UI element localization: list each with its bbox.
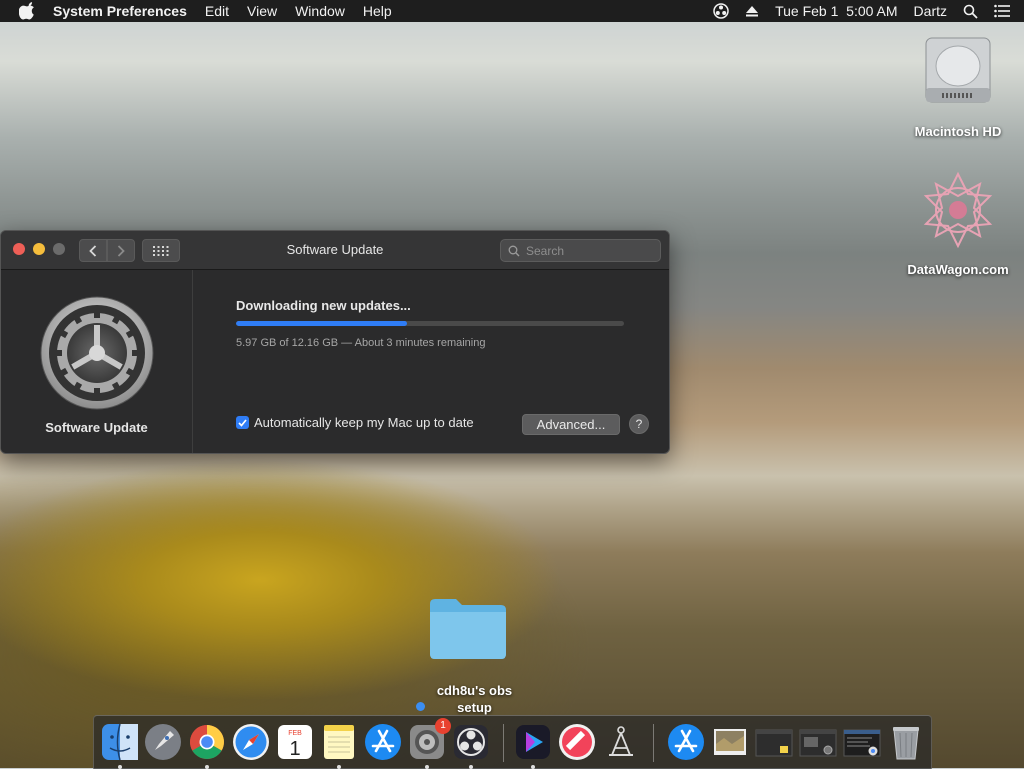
window-thumbnail-icon — [843, 729, 881, 757]
news-icon — [559, 724, 595, 760]
desktop-item-obs-setup-folder[interactable]: cdh8u's obs setup — [408, 596, 528, 716]
notification-center-icon[interactable] — [994, 4, 1010, 18]
download-detail: 5.97 GB of 12.16 GB — About 3 minutes re… — [236, 337, 486, 349]
dock-obs[interactable] — [451, 722, 491, 769]
desktop-item-label: DataWagon.com — [907, 262, 1009, 277]
dock-system-preferences[interactable]: 1 — [407, 718, 451, 769]
folder-icon — [430, 599, 506, 659]
desktop-item-datawagon[interactable]: DataWagon.com — [900, 168, 1016, 277]
spotlight-search-icon[interactable] — [963, 4, 978, 19]
trash-icon — [893, 727, 919, 760]
folder-label-text: cdh8u's obs setup — [436, 683, 513, 715]
search-field[interactable] — [500, 239, 661, 262]
download-progress-bar — [236, 321, 624, 326]
app-store-icon — [365, 724, 401, 760]
help-button[interactable]: ? — [629, 414, 649, 434]
notes-icon — [324, 725, 354, 759]
dock-separator — [503, 724, 504, 762]
finder-icon — [102, 723, 138, 761]
dock-separator — [653, 724, 654, 762]
obs-status-icon[interactable] — [713, 3, 729, 19]
blue-tag-dot — [415, 702, 425, 711]
software-update-window: Software Update Search Software Update D… — [0, 230, 670, 454]
datawagon-logo-icon — [923, 171, 993, 249]
window-thumbnail-icon — [755, 729, 793, 757]
dock-launchpad[interactable] — [143, 722, 183, 762]
eject-icon[interactable] — [745, 4, 759, 18]
menu-edit[interactable]: Edit — [205, 3, 229, 19]
calendar-month: FEB — [288, 730, 302, 737]
dock-chrome[interactable] — [187, 722, 227, 769]
desktop-item-label: cdh8u's obs setup — [408, 682, 528, 716]
app-store-icon — [668, 724, 704, 760]
preview-image-icon — [714, 729, 746, 755]
launchpad-icon — [145, 724, 181, 760]
download-status: Downloading new updates... — [236, 298, 411, 313]
sidebar: Software Update — [1, 270, 193, 453]
search-icon — [508, 245, 520, 256]
desktop-item-label: Macintosh HD — [914, 124, 1002, 139]
dock-window-1[interactable] — [754, 722, 794, 762]
window-titlebar[interactable]: Software Update — [1, 231, 669, 270]
menu-view[interactable]: View — [247, 3, 277, 19]
dock-calendar[interactable]: FEB 1 — [275, 722, 315, 762]
search-input[interactable] — [524, 242, 648, 259]
checkmark-icon — [238, 418, 247, 427]
menu-app-name[interactable]: System Preferences — [53, 3, 187, 19]
menubar-user[interactable]: Dartz — [914, 3, 947, 19]
dock-finder[interactable] — [100, 722, 140, 769]
obs-icon — [454, 725, 488, 759]
video-player-icon — [516, 725, 550, 759]
menubar-clock[interactable]: Tue Feb 1 5:00 AM — [775, 3, 897, 19]
desktop-item-macintosh-hd[interactable]: Macintosh HD — [902, 32, 1014, 139]
menu-bar: System Preferences Edit View Window Help… — [0, 0, 1024, 22]
auto-update-label: Automatically keep my Mac up to date — [254, 415, 474, 430]
dock-window-2[interactable] — [798, 722, 838, 762]
dock-window-3[interactable] — [842, 722, 882, 762]
calendar-icon: FEB 1 — [278, 725, 312, 760]
hard-drive-icon — [925, 37, 991, 103]
update-content: Downloading new updates... 5.97 GB of 12… — [193, 270, 669, 453]
toolbox-icon — [609, 726, 633, 756]
dock-app-store-downloads[interactable] — [666, 722, 706, 762]
software-update-gear-icon — [40, 296, 154, 410]
calendar-day: 1 — [289, 738, 300, 760]
download-progress-fill — [236, 321, 407, 326]
dock: FEB 1 1 — [93, 715, 932, 769]
apple-menu-icon[interactable] — [19, 2, 37, 20]
window-thumbnail-icon — [799, 729, 837, 757]
auto-update-option[interactable]: Automatically keep my Mac up to date — [236, 415, 474, 430]
dock-safari[interactable] — [231, 722, 271, 762]
advanced-button[interactable]: Advanced... — [522, 414, 620, 435]
dock-toolbox[interactable] — [601, 722, 641, 762]
dock-notes[interactable] — [319, 722, 359, 769]
dock-app-store[interactable] — [363, 722, 403, 762]
menu-help[interactable]: Help — [363, 3, 392, 19]
auto-update-checkbox[interactable] — [236, 416, 249, 429]
dock-preview[interactable] — [710, 722, 750, 762]
update-badge: 1 — [435, 718, 451, 734]
chrome-icon — [190, 725, 224, 759]
menu-window[interactable]: Window — [295, 3, 345, 19]
sidebar-label: Software Update — [45, 420, 148, 435]
safari-icon — [233, 724, 269, 760]
dock-trash[interactable] — [886, 722, 926, 762]
dock-news[interactable] — [557, 722, 597, 762]
dock-video-player[interactable] — [513, 722, 553, 769]
